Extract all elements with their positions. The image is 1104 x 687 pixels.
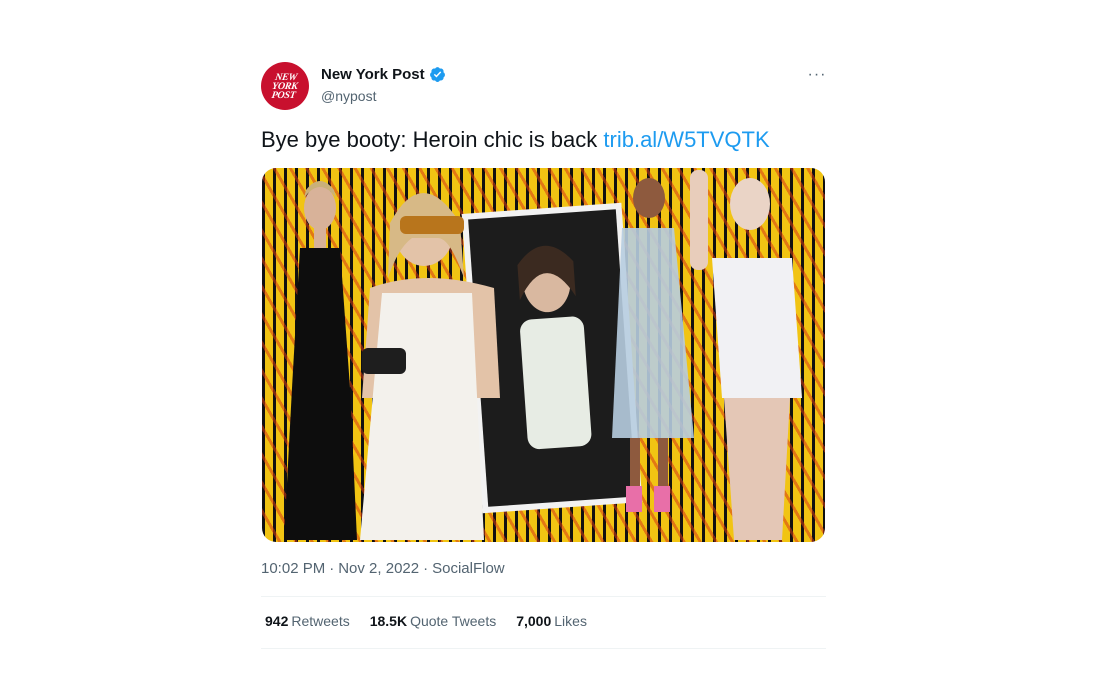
avatar[interactable]: NEW YORK POST <box>261 62 309 110</box>
stat-label: Likes <box>554 613 587 629</box>
tweet-timestamp: 10:02 PM · Nov 2, 2022 · SocialFlow <box>261 560 505 577</box>
stat-label: Quote Tweets <box>410 613 497 629</box>
engagement-stats: 942 Retweets 18.5K Quote Tweets 7,000 Likes <box>265 613 587 629</box>
name-row: New York Post <box>321 66 446 83</box>
divider <box>261 596 826 597</box>
more-options-icon[interactable]: ··· <box>806 64 828 86</box>
tweet: NEW YORK POST New York Post @nypost ··· … <box>0 0 1104 687</box>
separator: · <box>329 560 335 577</box>
verified-badge-icon <box>429 67 445 82</box>
display-name[interactable]: New York Post <box>321 66 425 83</box>
nypost-logo: NEW YORK POST <box>270 72 299 101</box>
stat-value: 942 <box>265 613 289 629</box>
image-illustration <box>284 170 802 540</box>
logo-line: POST <box>271 89 297 101</box>
retweets-stat[interactable]: 942 Retweets <box>265 613 350 629</box>
tweet-date[interactable]: Nov 2, 2022 <box>338 560 419 577</box>
quote-tweets-stat[interactable]: 18.5K Quote Tweets <box>370 613 497 629</box>
tweet-time[interactable]: 10:02 PM <box>261 560 325 577</box>
tweet-body: Bye bye booty: Heroin chic is back <box>261 127 604 152</box>
handle[interactable]: @nypost <box>321 88 376 104</box>
divider <box>261 648 826 649</box>
likes-stat[interactable]: 7,000 Likes <box>516 613 587 629</box>
stat-label: Retweets <box>291 613 350 629</box>
tweet-source[interactable]: SocialFlow <box>432 560 505 577</box>
tweet-image[interactable] <box>262 168 825 542</box>
tweet-link[interactable]: trib.al/W5TVQTK <box>603 127 769 152</box>
separator: · <box>423 560 429 577</box>
stat-value: 7,000 <box>516 613 552 629</box>
stat-value: 18.5K <box>369 613 408 629</box>
tweet-text: Bye bye booty: Heroin chic is back trib.… <box>261 126 770 154</box>
